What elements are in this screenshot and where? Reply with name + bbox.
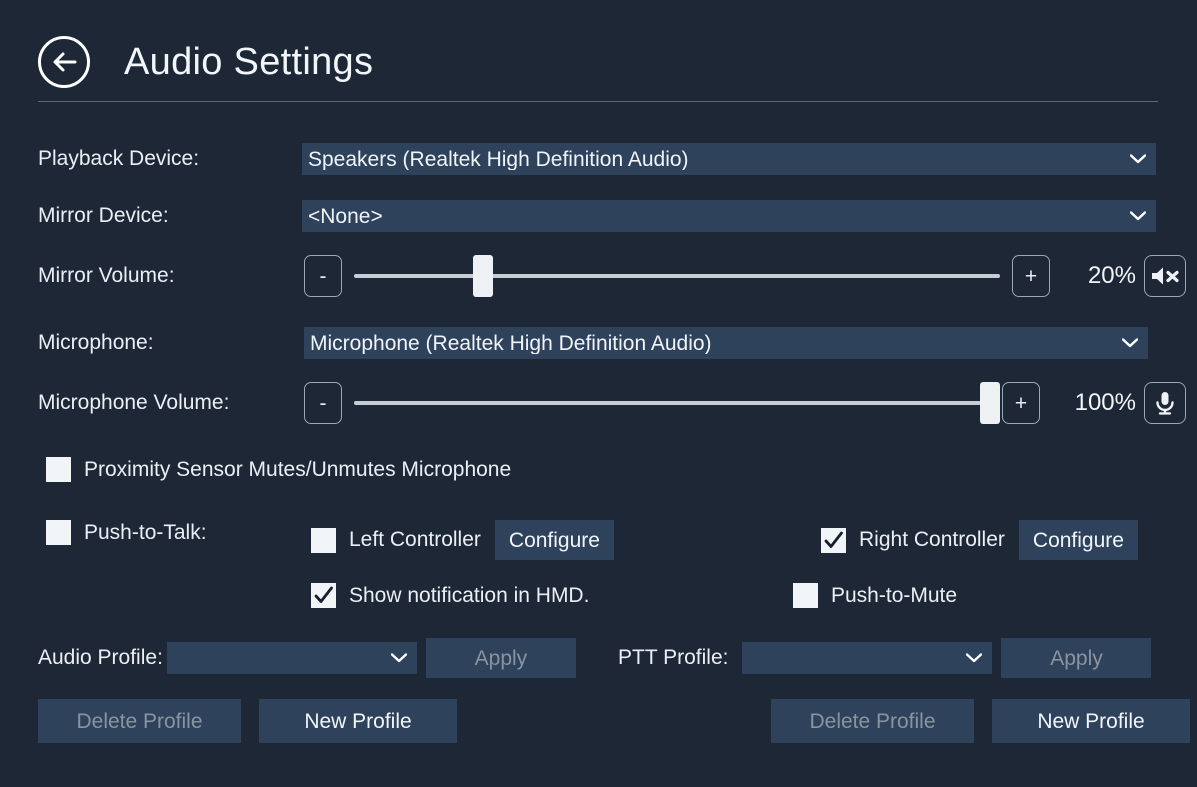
- audio-profile-actions: Delete Profile New Profile: [38, 699, 457, 743]
- mirror-mute-toggle-button[interactable]: [1144, 255, 1186, 297]
- right-controller-checkbox[interactable]: [821, 527, 846, 553]
- slider-track: [354, 401, 990, 405]
- show-notification-label: Show notification in HMD.: [349, 583, 590, 607]
- mirror-volume-increase-button[interactable]: +: [1012, 255, 1050, 297]
- audio-profile-new-button[interactable]: New Profile: [259, 699, 457, 743]
- mirror-volume-decrease-button[interactable]: -: [304, 255, 342, 297]
- ptt-profile-apply-button[interactable]: Apply: [1001, 638, 1152, 678]
- ptt-profile-row: PTT Profile: Apply: [618, 638, 1152, 678]
- microphone-volume-row: Microphone Volume: - + 100%: [38, 381, 1186, 425]
- microphone-mute-toggle-button[interactable]: [1144, 382, 1186, 424]
- push-to-talk-label: Push-to-Talk:: [84, 520, 207, 544]
- check-icon: [824, 531, 843, 548]
- plus-label: +: [1014, 391, 1028, 415]
- microphone-device-label: Microphone:: [38, 331, 154, 354]
- microphone-device-value: Microphone (Realtek High Definition Audi…: [310, 332, 712, 354]
- show-notification-row: Show notification in HMD.: [311, 583, 589, 608]
- push-to-talk-checkbox[interactable]: [46, 520, 71, 545]
- page-title: Audio Settings: [124, 40, 374, 83]
- left-controller-group: Left Controller Configure: [311, 520, 614, 560]
- slider-track: [354, 274, 1000, 278]
- chevron-down-icon: [1130, 211, 1146, 221]
- proximity-sensor-checkbox[interactable]: [46, 457, 71, 482]
- mirror-volume-row: Mirror Volume: - + 20%: [38, 254, 1186, 298]
- push-to-mute-checkbox[interactable]: [793, 583, 818, 608]
- check-icon: [314, 586, 333, 603]
- arrow-left-circle-icon: [51, 51, 77, 73]
- mirror-volume-slider[interactable]: [354, 255, 1000, 297]
- page-header: Audio Settings: [38, 28, 1158, 96]
- ptt-profile-dropdown[interactable]: [742, 642, 993, 674]
- proximity-sensor-row: Proximity Sensor Mutes/Unmutes Microphon…: [46, 457, 511, 482]
- audio-profile-delete-button[interactable]: Delete Profile: [38, 699, 241, 743]
- minus-label: -: [319, 391, 327, 415]
- ptt-profile-delete-button[interactable]: Delete Profile: [771, 699, 974, 743]
- push-to-mute-row: Push-to-Mute: [793, 583, 957, 608]
- chevron-down-icon: [1130, 154, 1146, 164]
- ptt-profile-new-button[interactable]: New Profile: [992, 699, 1190, 743]
- microphone-device-row: Microphone: Microphone (Realtek High Def…: [38, 326, 1148, 360]
- ptt-profile-label: PTT Profile:: [618, 646, 729, 669]
- mirror-device-label: Mirror Device:: [38, 204, 169, 227]
- audio-profile-apply-button[interactable]: Apply: [425, 638, 576, 678]
- proximity-sensor-label: Proximity Sensor Mutes/Unmutes Microphon…: [84, 457, 512, 481]
- microphone-volume-slider[interactable]: [354, 382, 1000, 424]
- speaker-mute-icon: [1150, 264, 1180, 288]
- mirror-device-value: <None>: [308, 205, 383, 227]
- microphone-icon: [1153, 390, 1177, 416]
- microphone-volume-value: 100%: [1074, 389, 1136, 416]
- microphone-device-dropdown[interactable]: Microphone (Realtek High Definition Audi…: [304, 327, 1148, 359]
- left-controller-checkbox[interactable]: [311, 527, 336, 553]
- minus-label: -: [319, 264, 327, 288]
- back-button[interactable]: [38, 36, 90, 88]
- right-controller-label: Right Controller: [859, 528, 1005, 551]
- audio-profile-label: Audio Profile:: [38, 646, 163, 669]
- show-notification-checkbox[interactable]: [311, 583, 336, 608]
- audio-profile-row: Audio Profile: Apply: [38, 638, 576, 678]
- mirror-device-dropdown[interactable]: <None>: [302, 200, 1156, 232]
- chevron-down-icon: [966, 653, 983, 663]
- chevron-down-icon: [390, 653, 407, 663]
- audio-profile-dropdown[interactable]: [166, 642, 417, 674]
- push-to-talk-row: Push-to-Talk:: [46, 520, 207, 545]
- slider-thumb[interactable]: [980, 382, 1000, 424]
- left-controller-label: Left Controller: [349, 528, 481, 551]
- ptt-profile-actions: Delete Profile New Profile: [771, 699, 1190, 743]
- playback-device-row: Playback Device: Speakers (Realtek High …: [38, 142, 1158, 176]
- audio-settings-screen: Audio Settings Playback Device: Speakers…: [0, 0, 1197, 787]
- playback-device-value: Speakers (Realtek High Definition Audio): [308, 148, 689, 170]
- mirror-device-row: Mirror Device: <None>: [38, 199, 1158, 233]
- left-controller-configure-button[interactable]: Configure: [494, 520, 614, 560]
- header-divider: [38, 101, 1158, 102]
- right-controller-configure-button[interactable]: Configure: [1018, 520, 1138, 560]
- mirror-volume-value: 20%: [1087, 262, 1136, 289]
- chevron-down-icon: [1122, 338, 1138, 348]
- push-to-mute-label: Push-to-Mute: [831, 583, 958, 607]
- microphone-volume-decrease-button[interactable]: -: [304, 382, 342, 424]
- right-controller-group: Right Controller Configure: [821, 520, 1138, 560]
- microphone-volume-label: Microphone Volume:: [38, 391, 230, 414]
- mirror-volume-label: Mirror Volume:: [38, 264, 175, 287]
- playback-device-dropdown[interactable]: Speakers (Realtek High Definition Audio): [302, 143, 1156, 175]
- slider-thumb[interactable]: [473, 255, 494, 297]
- plus-label: +: [1024, 264, 1038, 288]
- microphone-volume-increase-button[interactable]: +: [1002, 382, 1040, 424]
- playback-device-label: Playback Device:: [38, 147, 200, 170]
